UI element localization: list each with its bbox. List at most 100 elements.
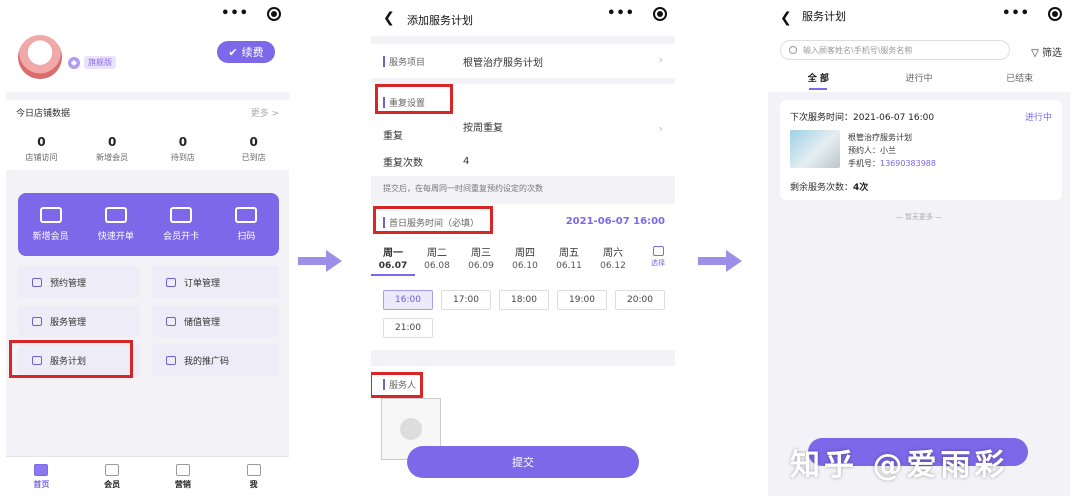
search-icon: [789, 46, 797, 54]
back-icon[interactable]: ❮: [780, 10, 792, 26]
tab-finished[interactable]: 已结束: [969, 66, 1070, 92]
repeat-value: 按周重复: [463, 122, 503, 134]
stat-visits[interactable]: 0 店铺访问: [6, 135, 77, 163]
more-dots-icon[interactable]: •••: [221, 6, 249, 21]
stat-pending[interactable]: 0 待到店: [148, 135, 219, 163]
status-badge: 进行中: [1024, 113, 1052, 123]
filter-button[interactable]: ▽ 筛选: [1031, 44, 1062, 59]
time-slot[interactable]: 20:00: [615, 290, 665, 310]
repeat-note: 提交后，在每周同一时间重复预约设定的次数: [383, 184, 543, 193]
calendar-icon: [32, 277, 42, 287]
card-icon: [170, 207, 193, 223]
calendar-icon: [652, 246, 664, 256]
weekday-item[interactable]: 周五 06.11: [547, 244, 591, 276]
repeat-row[interactable]: 重复 按周重复: [383, 116, 663, 142]
first-time-value[interactable]: 2021-06-07 16:00: [566, 216, 665, 227]
vip-tag: 旗舰版: [84, 56, 116, 69]
bottom-tab-bar: 首页 会员 营销 我: [6, 456, 289, 496]
filter-icon: ▽: [1031, 48, 1039, 59]
renew-button[interactable]: ✔ 续费: [217, 41, 275, 63]
home-icon: [34, 463, 49, 476]
marketing-icon: [175, 463, 190, 476]
back-icon[interactable]: ❮: [383, 10, 395, 26]
close-target-icon[interactable]: [267, 6, 281, 21]
nav-bar: ❮ 添加服务计划 •••: [371, 0, 675, 36]
menu-orders[interactable]: 订单管理: [152, 266, 279, 298]
quick-actions: 新增会员 快速开单 会员开卡 扫码: [18, 193, 279, 256]
tab-me[interactable]: 我: [218, 457, 289, 496]
mini-program-capsule[interactable]: •••: [607, 6, 667, 21]
menu-stored-value[interactable]: 储值管理: [152, 305, 279, 337]
weekday-item[interactable]: 周二 06.08: [415, 244, 459, 276]
stat-arrived[interactable]: 0 已到店: [218, 135, 289, 163]
plan-name: 根管治疗服务计划: [848, 133, 912, 142]
date-select-button[interactable]: 选择: [651, 246, 665, 268]
tab-in-progress[interactable]: 进行中: [869, 66, 970, 92]
phone-label: 手机号：: [848, 159, 880, 168]
quick-scan[interactable]: 扫码: [214, 193, 279, 256]
mini-program-capsule[interactable]: •••: [221, 6, 281, 21]
phone-number[interactable]: 13690383988: [880, 159, 936, 168]
weekday-item[interactable]: 周三 06.09: [459, 244, 503, 276]
weekday-item[interactable]: 周六 06.12: [591, 244, 635, 276]
mini-program-capsule[interactable]: •••: [1002, 6, 1062, 21]
more-dots-icon[interactable]: •••: [1002, 6, 1030, 21]
quick-order[interactable]: 快速开单: [83, 193, 148, 256]
time-slot[interactable]: 17:00: [441, 290, 491, 310]
search-placeholder: 输入顾客姓名\手机号\服务名称: [803, 45, 913, 55]
chevron-right-icon: ›: [658, 53, 663, 66]
status-tabs: 全 部 进行中 已结束: [768, 66, 1070, 92]
remain-value: 4次: [853, 183, 869, 193]
tab-marketing[interactable]: 营销: [148, 457, 219, 496]
plan-card[interactable]: 下次服务时间：2021-06-07 16:00 进行中 根管治疗服务计划 预约人…: [780, 100, 1062, 200]
highlight-service-plan: [9, 340, 133, 378]
add-plan-screen: ❮ 添加服务计划 ••• 服务项目 根管治疗服务计划 › 重复设置 重复 按周重…: [371, 0, 675, 496]
weekday-item[interactable]: 周四 06.10: [503, 244, 547, 276]
repeat-label: 重复: [383, 130, 403, 142]
time-slot[interactable]: 18:00: [499, 290, 549, 310]
weekday-item[interactable]: 周一 06.07: [371, 244, 415, 276]
user-icon: [246, 463, 261, 476]
repeat-count-value: 4: [463, 156, 470, 167]
reserver: 预约人：小兰: [848, 146, 896, 155]
tab-home[interactable]: 首页: [6, 457, 77, 496]
avatar[interactable]: [18, 35, 62, 79]
tab-members[interactable]: 会员: [77, 457, 148, 496]
menu-promo-code[interactable]: 我的推广码: [152, 344, 279, 376]
scan-icon: [235, 207, 258, 223]
more-dots-icon[interactable]: •••: [607, 6, 635, 21]
close-target-icon[interactable]: [1048, 6, 1062, 21]
menu-services[interactable]: 服务管理: [18, 305, 140, 337]
time-slot[interactable]: 19:00: [557, 290, 607, 310]
time-slot[interactable]: 21:00: [383, 318, 433, 338]
person-icon: [400, 418, 422, 440]
remain-label: 剩余服务次数：: [790, 183, 854, 193]
search-input[interactable]: 输入顾客姓名\手机号\服务名称: [780, 40, 1010, 60]
stats-more-link[interactable]: 更多 >: [251, 106, 279, 119]
service-thumbnail: [790, 130, 840, 168]
menu-appointments[interactable]: 预约管理: [18, 266, 140, 298]
time-slot[interactable]: 16:00: [383, 290, 433, 310]
stats-title: 今日店铺数据: [16, 109, 71, 119]
renew-label: 续费: [241, 46, 264, 59]
submit-button[interactable]: 提交: [407, 446, 639, 478]
page-title: 服务计划: [802, 10, 846, 23]
repeat-count-row[interactable]: 重复次数 4: [383, 154, 663, 169]
close-target-icon[interactable]: [653, 6, 667, 21]
order-icon: [166, 277, 176, 287]
service-item-label: 服务项目: [383, 55, 463, 68]
diamond-icon: ◆: [68, 56, 80, 69]
tab-all[interactable]: 全 部: [768, 66, 869, 92]
qrcode-icon: [166, 355, 176, 365]
quick-add-member[interactable]: 新增会员: [18, 193, 83, 256]
no-more-text: — 暂无更多 —: [895, 213, 943, 221]
service-item-row[interactable]: 服务项目 根管治疗服务计划 ›: [371, 44, 675, 78]
profile-header: ••• ◆ 旗舰版 ✔ 续费: [6, 0, 289, 92]
quick-open-card[interactable]: 会员开卡: [149, 193, 214, 256]
receipt-icon: [104, 207, 127, 223]
page-title: 添加服务计划: [407, 14, 473, 27]
plan-list-screen: ❮ 服务计划 ••• 输入顾客姓名\手机号\服务名称 ▽ 筛选 全 部 进行中 …: [768, 0, 1070, 496]
vip-badge: ◆ 旗舰版: [68, 56, 116, 69]
weekday-picker: 周一 06.07 周二 06.08 周三 06.09 周四 06.10 周五 06.11 …: [371, 244, 675, 276]
stat-new-members[interactable]: 0 新增会员: [77, 135, 148, 163]
